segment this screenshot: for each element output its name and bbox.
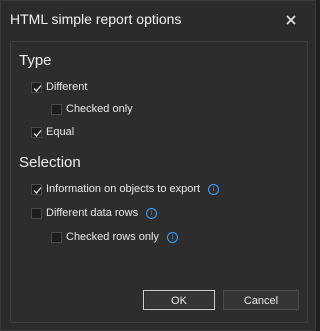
option-label: Information on objects to export xyxy=(46,183,201,195)
dialog-window: HTML simple report options Type Differen… xyxy=(0,0,316,331)
option-label: Equal xyxy=(46,126,75,138)
checkbox[interactable] xyxy=(31,81,42,93)
type-option-equal[interactable]: Equal xyxy=(31,124,74,140)
checkbox[interactable] xyxy=(51,103,62,115)
checkbox[interactable] xyxy=(31,126,42,138)
checkmark-icon xyxy=(33,84,42,92)
option-label: Different data rows xyxy=(46,207,139,219)
option-label: Different xyxy=(46,81,88,93)
type-section-title: Type xyxy=(19,52,52,69)
option-label: Checked only xyxy=(66,103,133,115)
checkmark-icon xyxy=(33,186,42,194)
checkbox[interactable] xyxy=(31,183,42,195)
title-bar: HTML simple report options xyxy=(1,1,315,39)
selection-section-title: Selection xyxy=(19,154,81,171)
checkbox[interactable] xyxy=(31,207,42,219)
selection-option-different-rows[interactable]: Different data rows i xyxy=(31,205,158,221)
cancel-button[interactable]: Cancel xyxy=(223,290,299,310)
selection-option-checked-rows[interactable]: Checked rows only i xyxy=(51,229,178,245)
type-option-different[interactable]: Different xyxy=(31,79,87,95)
checkbox[interactable] xyxy=(51,231,62,243)
close-icon[interactable] xyxy=(281,10,301,30)
checkmark-icon xyxy=(33,129,42,137)
info-icon[interactable]: i xyxy=(146,207,158,219)
info-icon[interactable]: i xyxy=(208,183,220,195)
option-label: Checked rows only xyxy=(66,231,159,243)
info-icon[interactable]: i xyxy=(166,231,178,243)
ok-button[interactable]: OK xyxy=(143,290,215,310)
dialog-title: HTML simple report options xyxy=(10,11,182,27)
type-option-checked-only[interactable]: Checked only xyxy=(51,101,133,117)
selection-option-information[interactable]: Information on objects to export i xyxy=(31,181,220,197)
options-panel: Type Different Checked only Equal Select… xyxy=(10,41,308,323)
